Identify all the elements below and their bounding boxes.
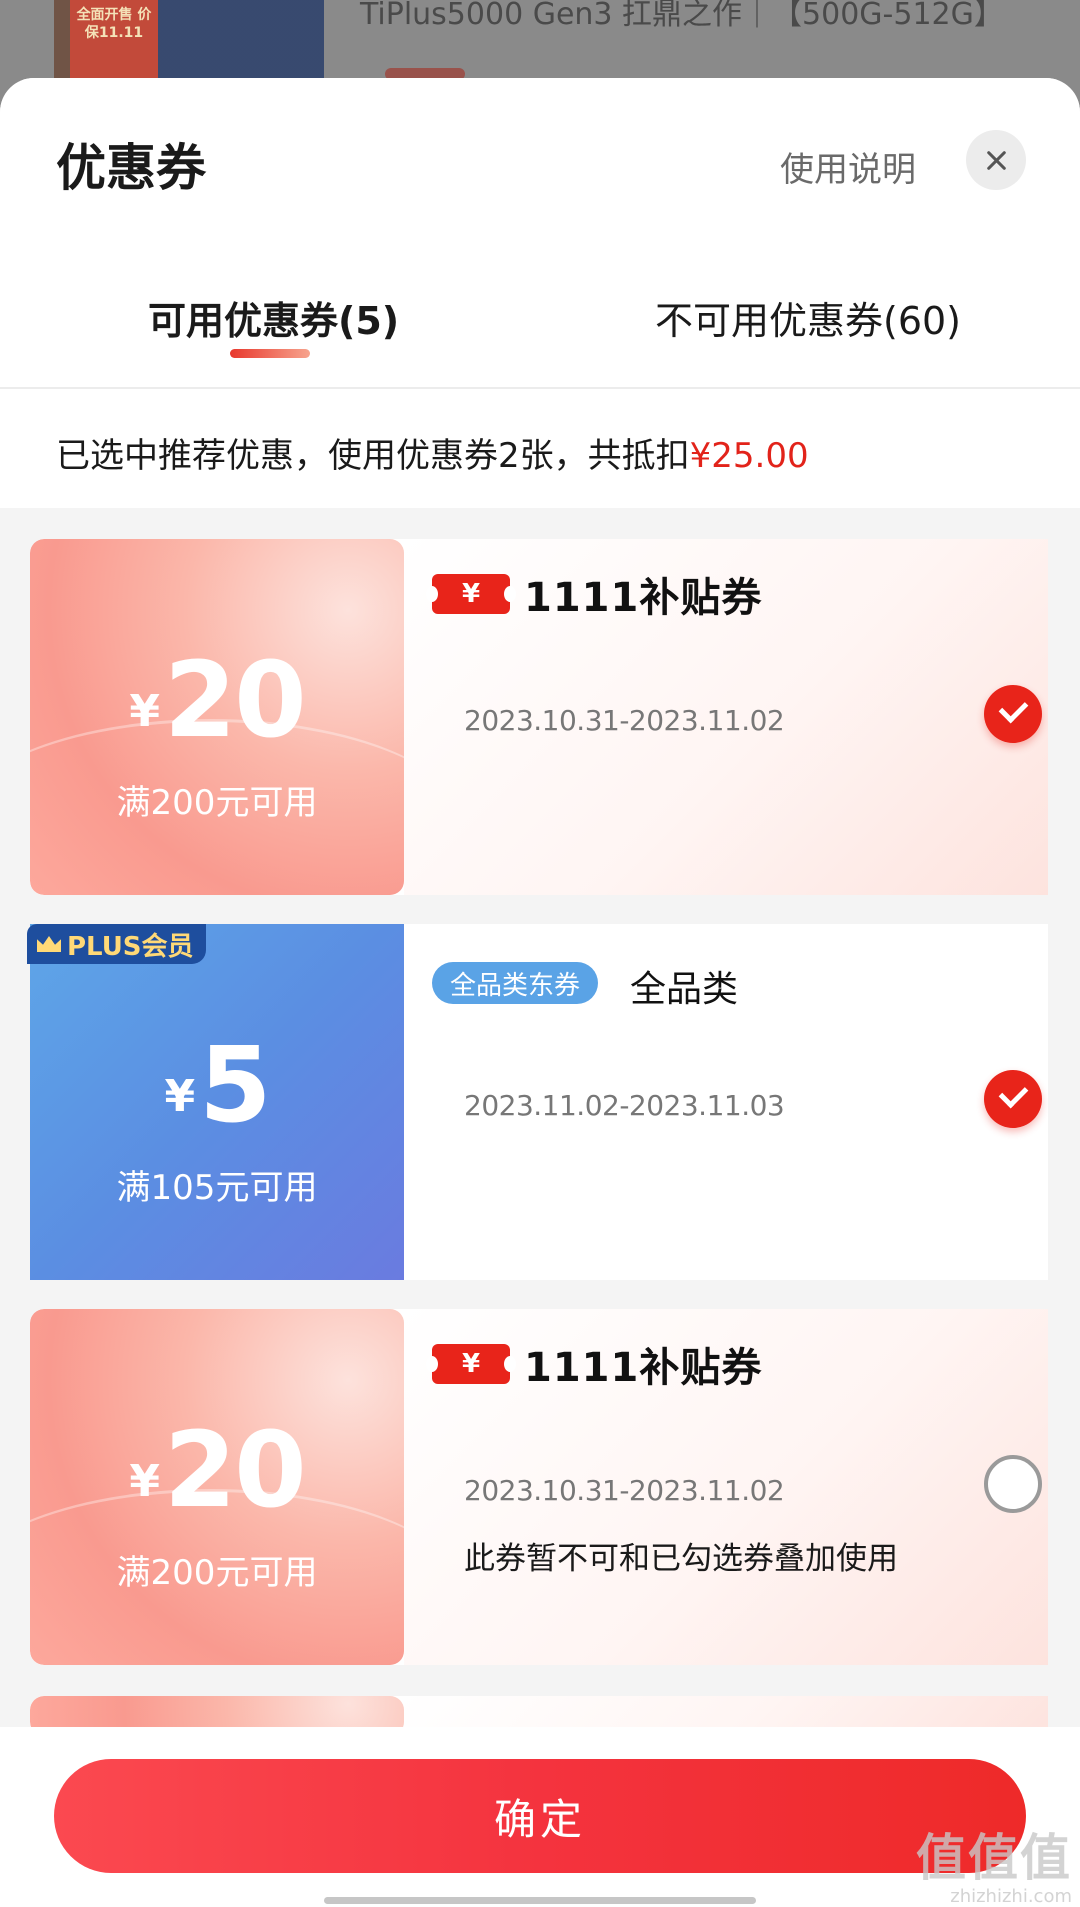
coupon-brand-title: 1111补贴券 (524, 575, 763, 621)
coupon-category: 全品类 (630, 969, 739, 1010)
coupon-type-tag: 全品类东券 (432, 962, 599, 1004)
yen-ticket-icon: ¥ (426, 574, 516, 614)
coupon-brand: ¥ 1111补贴券 (426, 1339, 762, 1391)
coupon-condition: 满105元可用 (116, 1168, 318, 1208)
coupon-date: 2023.10.31-2023.11.02 (464, 1474, 785, 1507)
sheet-title: 优惠券 (56, 139, 206, 197)
sheet-header: 优惠券 使用说明 可用优惠券(5) 不可用优惠券(60) 已选中推荐优惠，使用优… (0, 78, 1080, 508)
coupon-card[interactable]: ¥20 满200元可用 ¥ 1111补贴券 2023.10.31-2023.11… (30, 539, 1048, 895)
tab-divider (0, 387, 1080, 389)
coupon-card[interactable]: ¥5 满105元可用 全品类东券 全品类 2023.11.02-2023.11.… (30, 924, 1048, 1280)
yen-ticket-icon: ¥ (426, 1344, 516, 1384)
summary-text: 已选中推荐优惠，使用优惠券2张，共抵扣 (56, 436, 690, 476)
coupon-brand-title: 1111补贴券 (524, 1345, 763, 1391)
product-title: TiPlus5000 Gen3 扛鼎之作｜【500G-512G】 (360, 0, 1004, 32)
close-icon[interactable] (966, 130, 1026, 190)
coupon-date: 2023.11.02-2023.11.03 (464, 1089, 785, 1122)
site-watermark: 值值值 zhizhizhi.com (916, 1818, 1072, 1907)
check-icon[interactable] (984, 685, 1042, 743)
watermark-logo: 值值值 (916, 1829, 1072, 1887)
active-tab-indicator (230, 349, 310, 358)
coupon-detail-panel: ¥ 1111补贴券 2023.10.31-2023.11.02 (404, 539, 1048, 895)
coupon-stacking-note: 此券暂不可和已勾选券叠加使用 (464, 1541, 898, 1577)
coupon-date: 2023.10.31-2023.11.02 (464, 704, 785, 737)
coupon-condition: 满200元可用 (116, 1553, 318, 1593)
coupon-value-panel: ¥5 满105元可用 (30, 924, 404, 1280)
check-icon[interactable] (984, 1070, 1042, 1128)
selection-summary: 已选中推荐优惠，使用优惠券2张，共抵扣¥25.00 (56, 428, 809, 477)
coupon-value: ¥5 (164, 1024, 272, 1146)
radio-unchecked-icon[interactable] (984, 1455, 1042, 1513)
coupon-value-panel: ¥20 满200元可用 (30, 1309, 404, 1665)
coupon-value: ¥20 (129, 639, 306, 761)
tab-unavailable-coupons[interactable]: 不可用优惠券(60) (655, 290, 961, 345)
crown-icon (37, 936, 61, 952)
coupon-card[interactable]: ¥20 满200元可用 ¥ 1111补贴券 2023.10.31-2023.11… (30, 1309, 1048, 1665)
coupon-detail-panel: ¥ 1111补贴券 2023.10.31-2023.11.02 此券暂不可和已勾… (404, 1309, 1048, 1665)
coupon-condition: 满200元可用 (116, 783, 318, 823)
coupon-value-panel: ¥20 满200元可用 (30, 539, 404, 895)
discount-amount: ¥25.00 (689, 436, 809, 476)
usage-instructions-link[interactable]: 使用说明 (780, 142, 916, 191)
home-indicator (324, 1897, 756, 1904)
plus-member-label: PLUS会员 (67, 931, 194, 962)
product-promo-badge: 全面开售 价保11.11 (70, 0, 158, 80)
coupon-brand: ¥ 1111补贴券 (426, 569, 762, 621)
plus-member-badge: PLUS会员 (27, 924, 206, 964)
coupon-sheet: 优惠券 使用说明 可用优惠券(5) 不可用优惠券(60) 已选中推荐优惠，使用优… (0, 78, 1080, 1907)
tab-available-coupons[interactable]: 可用优惠券(5) (148, 290, 399, 345)
confirm-button[interactable]: 确定 (54, 1759, 1026, 1873)
coupon-value: ¥20 (129, 1409, 306, 1531)
coupon-detail-panel: 全品类东券 全品类 2023.11.02-2023.11.03 (404, 924, 1048, 1280)
